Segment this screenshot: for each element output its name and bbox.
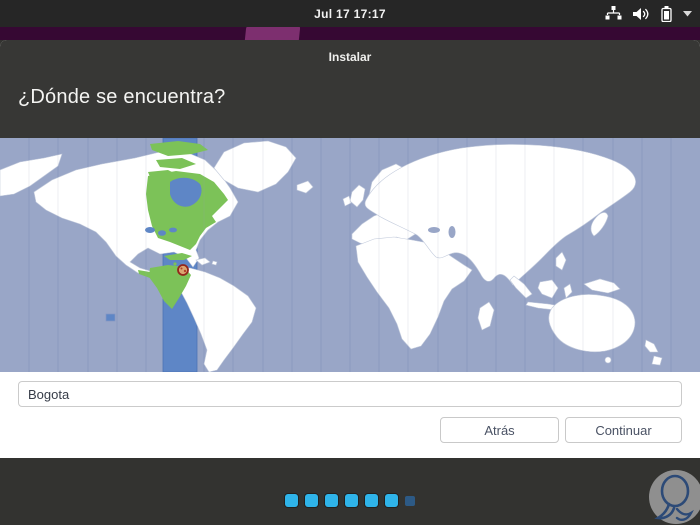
watermark-logo [646,463,700,525]
system-tray[interactable] [605,0,692,27]
installer-footer [0,458,700,525]
window-title: Instalar [328,50,372,64]
back-button[interactable]: Atrás [440,417,559,443]
location-input[interactable] [18,381,682,407]
progress-dot [385,494,398,507]
action-buttons: Atrás Continuar [18,417,682,443]
world-map-svg[interactable] [0,137,700,373]
page-title: ¿Dónde se encuentra? [18,86,226,108]
progress-dots [0,494,700,507]
progress-dot [285,494,298,507]
selected-location-pin[interactable] [177,264,189,276]
progress-dot [405,495,415,506]
progress-dot [365,494,378,507]
continue-button[interactable]: Continuar [565,417,682,443]
caret-down-icon [683,10,692,17]
timezone-map[interactable] [0,137,700,373]
desktop-wallpaper-strip [0,27,700,40]
installer-window: Instalar ¿Dónde se encuentra? Bogota Atr… [0,40,700,525]
progress-dot [325,494,338,507]
system-top-bar: Jul 17 17:17 [0,0,700,27]
battery-icon [661,5,672,22]
volume-icon [633,7,650,21]
clock[interactable]: Jul 17 17:17 [314,7,386,21]
wallpaper-arc-shape [244,27,302,40]
location-form: Atrás Continuar [0,372,700,458]
progress-dot [305,494,318,507]
window-header: Instalar ¿Dónde se encuentra? [0,40,700,138]
network-wired-icon [605,6,622,21]
progress-dot [345,494,358,507]
timezone-exclave-box [105,313,116,322]
